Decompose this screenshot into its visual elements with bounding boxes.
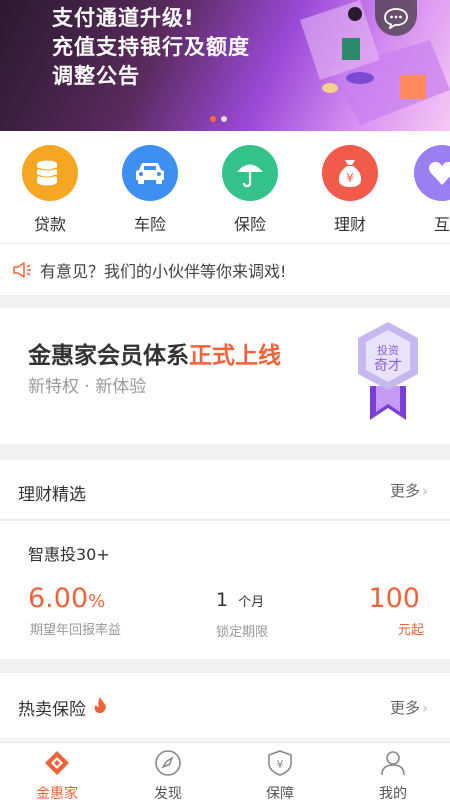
bottom-tab-bar: 金惠家 发现 ¥ 保障 我的 [0,742,450,800]
period-unit: 个月 [238,595,265,610]
return-rate: 6.00% [28,583,105,614]
shield-yen-icon: ¥ [268,750,292,776]
min-amount-label: 元起 [397,623,424,638]
coins-icon [22,145,78,201]
quick-nav-label: 贷款 [33,215,66,234]
quick-nav-label: 互 [433,215,450,234]
tab-home[interactable]: 金惠家 [22,749,92,800]
rate-unit: % [88,591,106,612]
banner-pagination [210,116,227,122]
tab-discover[interactable]: 发现 [133,749,203,800]
promo-banner[interactable]: 支付通道升级! 充值支持银行及额度 调整公告 [0,0,450,131]
quick-nav-mutual[interactable]: 互 [412,145,450,235]
user-icon [381,751,405,776]
quick-nav-car-insurance[interactable]: 车险 [120,145,180,235]
investor-badge-icon: 投资 奇才 [358,322,418,420]
section-title: 理财精选 [18,485,86,505]
badge-line-2: 奇才 [374,357,402,374]
umbrella-icon [222,145,278,201]
notice-text: 有意见？我们的小伙伴等你来调戏! [40,261,287,281]
svg-text:¥: ¥ [277,758,284,771]
tab-protection[interactable]: ¥ 保障 [245,749,315,800]
insurance-section-header: 热卖保险 更多 [0,673,450,739]
tab-label: 保障 [266,786,294,800]
banner-dot-1[interactable] [210,116,216,122]
more-link[interactable]: 更多 [390,697,428,718]
megaphone-icon [13,261,31,278]
quick-nav-label: 理财 [333,215,366,234]
more-link[interactable]: 更多 [390,480,428,501]
period-value: 1 [216,589,229,611]
tab-mine[interactable]: 我的 [358,749,428,800]
banner-line-1: 支付通道升级! [52,6,195,30]
product-name: 智惠投30+ [28,545,110,564]
tab-label: 我的 [379,786,407,800]
rate-value: 6.00 [28,583,89,614]
banner-headline: 支付通道升级! 充值支持银行及额度 调整公告 [52,4,250,91]
home-logo-icon [45,751,69,775]
quick-nav-loan[interactable]: 贷款 [20,145,80,235]
svg-text:¥: ¥ [346,171,354,185]
quick-nav-label: 车险 [133,215,166,234]
tab-label: 发现 [154,786,182,800]
car-icon [122,145,178,201]
member-subtitle: 新特权 · 新体验 [28,377,147,397]
finance-section-header: 理财精选 更多 [0,460,450,520]
banner-line-2: 充值支持银行及额度 [52,35,250,59]
quick-nav-wealth[interactable]: ¥ 理财 [320,145,380,235]
section-title: 热卖保险 [18,695,107,720]
quick-nav-label: 保险 [233,215,266,234]
member-title-main: 金惠家会员体系 [28,343,189,369]
member-title: 金惠家会员体系正式上线 [28,336,281,370]
chat-bubble-icon [384,8,408,29]
member-promo-card[interactable]: 金惠家会员体系正式上线 新特权 · 新体验 投资 奇才 [0,308,450,444]
rate-label: 期望年回报率益 [30,623,122,638]
product-card[interactable]: 智惠投30+ 6.00% 期望年回报率益 1 个月 锁定期限 100 元起 [0,521,450,659]
quick-nav-insurance[interactable]: 保险 [220,145,280,235]
insurance-title: 热卖保险 [18,700,86,720]
compass-icon [155,750,181,776]
tab-label: 金惠家 [36,786,78,800]
min-amount: 100 [368,583,420,614]
fire-icon [95,697,107,713]
lock-period: 1 个月 [216,589,264,611]
quick-nav: 贷款 车险 保险 ¥ 理财 互 [0,131,450,243]
banner-line-3: 调整公告 [52,64,140,88]
period-label: 锁定期限 [216,625,269,640]
member-title-highlight: 正式上线 [189,343,281,369]
money-bag-icon: ¥ [322,145,378,201]
feedback-notice[interactable]: 有意见？我们的小伙伴等你来调戏! [0,243,450,295]
banner-dot-2[interactable] [221,116,227,122]
badge-line-1: 投资 [377,343,399,357]
heart-icon [414,145,450,201]
